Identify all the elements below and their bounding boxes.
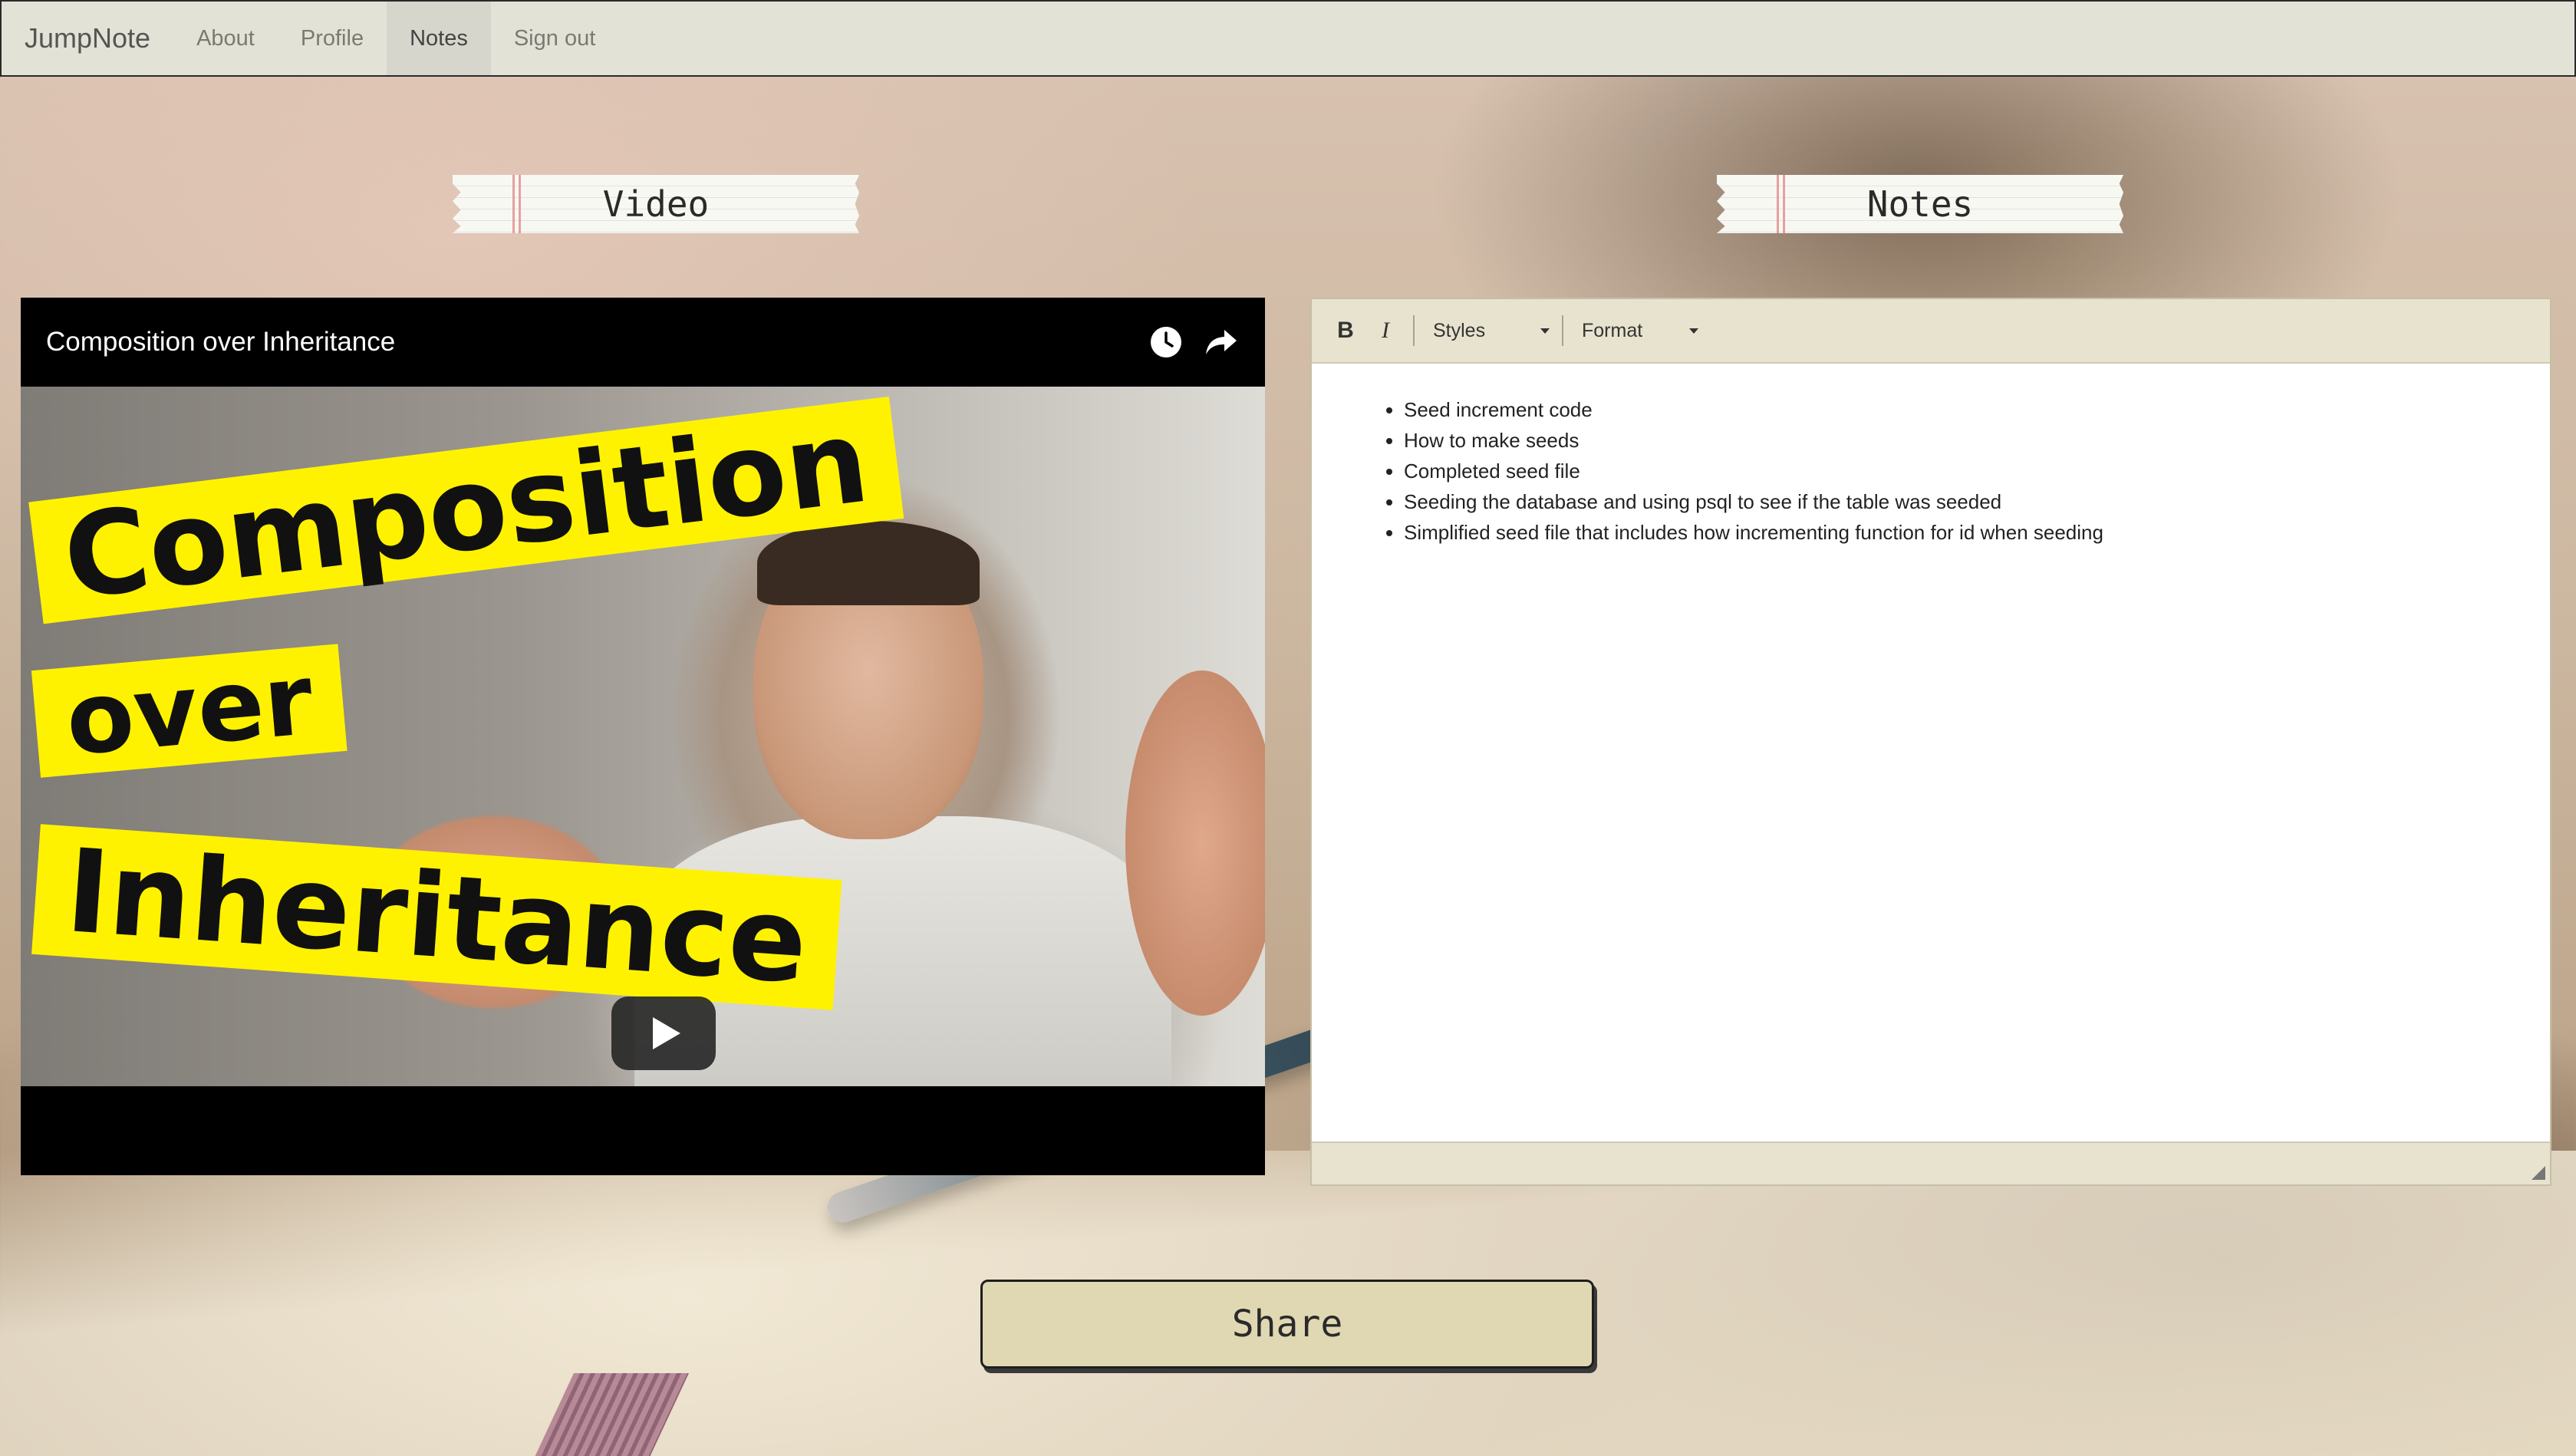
format-dropdown[interactable]: Format <box>1571 311 1703 351</box>
watch-later-icon[interactable] <box>1148 324 1184 361</box>
nav-item-sign-out[interactable]: Sign out <box>491 2 618 75</box>
resize-handle-icon[interactable] <box>2532 1166 2545 1180</box>
video-title-bar: Composition over Inheritance <box>21 298 1265 387</box>
format-dropdown-label: Format <box>1582 319 1643 341</box>
notes-editor: B I Styles Format Seed increment code Ho… <box>1310 298 2551 1186</box>
top-navbar: JumpNote About Profile Notes Sign out <box>0 0 2576 77</box>
editor-content-area[interactable]: Seed increment code How to make seeds Co… <box>1312 364 2550 1141</box>
nav-item-about[interactable]: About <box>173 2 278 75</box>
styles-dropdown[interactable]: Styles <box>1422 311 1554 351</box>
italic-button[interactable]: I <box>1365 311 1405 351</box>
notes-section-label: Notes <box>1717 175 2123 233</box>
editor-toolbar: B I Styles Format <box>1312 299 2550 364</box>
chevron-down-icon <box>1689 328 1698 334</box>
editor-statusbar <box>1312 1141 2550 1184</box>
note-item: Seeding the database and using psql to s… <box>1404 486 2504 517</box>
toolbar-divider <box>1562 315 1563 346</box>
toolbar-divider <box>1413 315 1415 346</box>
nav-item-profile[interactable]: Profile <box>278 2 387 75</box>
video-thumbnail[interactable]: Composition over Inheritance <box>21 387 1265 1086</box>
styles-dropdown-label: Styles <box>1433 319 1486 341</box>
nav-item-notes[interactable]: Notes <box>387 2 491 75</box>
chevron-down-icon <box>1540 328 1550 334</box>
share-button[interactable]: Share <box>980 1280 1594 1369</box>
brand-logo-link[interactable]: JumpNote <box>2 2 173 75</box>
note-item: Simplified seed file that includes how i… <box>1404 517 2504 548</box>
thumbnail-banner-text: over <box>31 643 348 778</box>
video-title[interactable]: Composition over Inheritance <box>46 327 1129 357</box>
note-item: Seed increment code <box>1404 394 2504 425</box>
video-section-label: Video <box>453 175 859 233</box>
notes-list: Seed increment code How to make seeds Co… <box>1358 394 2504 548</box>
video-player[interactable]: Composition over Inheritance Composition… <box>21 298 1265 1175</box>
note-item: Completed seed file <box>1404 456 2504 486</box>
play-button-icon[interactable] <box>611 996 716 1070</box>
note-item: How to make seeds <box>1404 425 2504 456</box>
share-arrow-icon[interactable] <box>1203 324 1240 361</box>
bold-button[interactable]: B <box>1326 311 1365 351</box>
